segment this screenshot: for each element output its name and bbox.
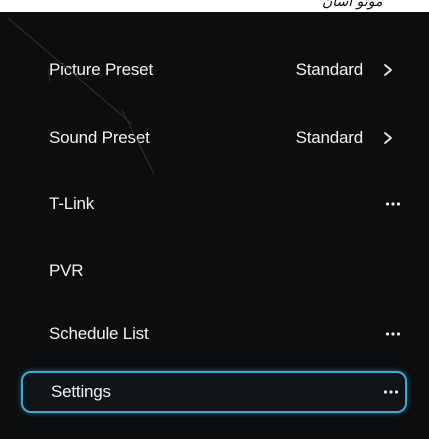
menu-item-label: Sound Preset [49, 128, 150, 147]
menu-item-schedule-list[interactable]: Schedule List [21, 314, 407, 354]
menu-item-value: Standard [295, 60, 364, 79]
handwritten-scribble: موتو آسان [322, 0, 383, 10]
menu-item-t-link[interactable]: T-Link [21, 184, 407, 224]
chevron-right-icon [384, 64, 392, 76]
menu-panel: Picture Preset Standard Sound Preset Sta… [0, 12, 429, 439]
menu-item-picture-preset[interactable]: Picture Preset Standard [21, 50, 407, 90]
menu-item-settings[interactable]: Settings [21, 371, 407, 413]
menu-item-label: Schedule List [49, 324, 149, 343]
menu-item-value: Standard [295, 128, 364, 147]
menu-item-label: PVR [49, 261, 84, 280]
more-options-icon [385, 332, 401, 336]
menu-item-pvr[interactable]: PVR [21, 251, 407, 291]
more-options-icon [385, 202, 401, 206]
menu-item-label: Picture Preset [49, 60, 153, 79]
menu-item-sound-preset[interactable]: Sound Preset Standard [21, 118, 407, 158]
top-strip: موتو آسان [0, 0, 429, 12]
more-options-icon [383, 390, 399, 394]
menu-item-label: T-Link [49, 194, 95, 213]
menu-item-label: Settings [51, 382, 111, 401]
chevron-right-icon [384, 132, 392, 144]
